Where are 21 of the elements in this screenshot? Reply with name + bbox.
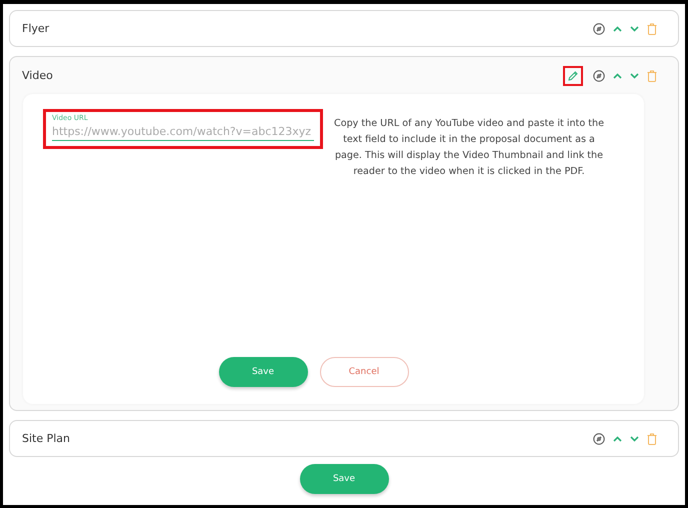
section-title: Site Plan: [22, 432, 72, 445]
trash-icon[interactable]: [647, 70, 657, 82]
help-text: Copy the URL of any YouTube video and paste it into the text field to include it in the proposal document as a page. This will display the Video Thumbnail and link the reader to the video when it is clicked in the PDF.: [333, 117, 605, 179]
section-title: Video: [22, 69, 54, 82]
link-icon[interactable]: [593, 70, 605, 82]
chevron-down-icon[interactable]: [630, 436, 639, 442]
pencil-icon: [567, 70, 579, 82]
trash-icon[interactable]: [647, 432, 657, 444]
save-button[interactable]: Save: [218, 357, 308, 387]
link-icon[interactable]: [593, 22, 605, 34]
chevron-down-icon[interactable]: [630, 26, 639, 32]
section-title: Flyer: [22, 22, 50, 35]
save-button[interactable]: Save: [300, 464, 388, 494]
link-icon[interactable]: [593, 432, 605, 444]
edit-button[interactable]: [563, 66, 583, 86]
chevron-up-icon[interactable]: [613, 436, 622, 442]
trash-icon[interactable]: [647, 22, 657, 34]
chevron-down-icon[interactable]: [630, 72, 639, 78]
chevron-up-icon[interactable]: [613, 26, 622, 32]
cancel-button[interactable]: Cancel: [320, 357, 408, 387]
chevron-up-icon[interactable]: [613, 72, 622, 78]
